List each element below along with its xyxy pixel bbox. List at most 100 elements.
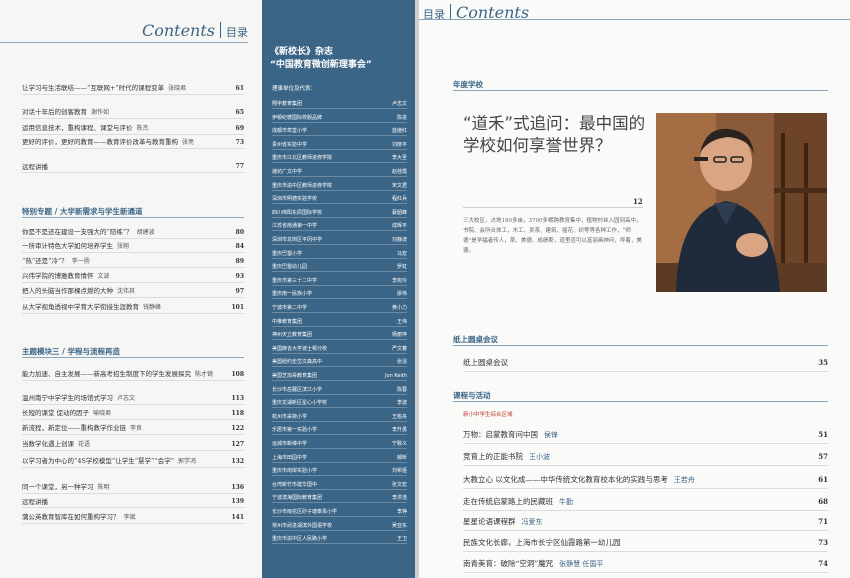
member-rule [272,502,407,504]
council-member-row: 美国纽约史岱文森高中 张浴 [272,357,407,368]
toc-entry-title: 大教立心 以文化成——中华传统文化教育校本化的实践与思考 [463,475,668,484]
council-member-row: 常州市武进湖滨外国语学校 吴亚东 [272,521,407,531]
toc-entry[interactable]: 更好的评价，更好的教育——教育评价改革与教育重构 张亮 73 [22,138,244,149]
toc-entry-title: 远程讲播 [22,163,48,171]
member-rule [272,434,407,436]
toc-entry-page: 89 [235,258,244,265]
toc-entry[interactable]: 让学习与生活联结——“互联网+”时代的课程变革 张晓君 61 [22,84,244,95]
member-rule [272,189,407,191]
entry-rule [463,371,828,372]
toc-entry-title: 你是不是还在建设一支强大的“陪练”？ 胡建波 [22,228,155,236]
toc-entry[interactable]: 一所审计特色大学如何培养学生 张翔 84 [22,242,244,253]
toc-entry-page: 77 [235,163,244,170]
toc-entry-page: 65 [235,109,244,116]
entry-rule [463,488,828,489]
section-heading: 特别专题 / 大学新需求与学生新通道 [22,207,143,216]
toc-entry-title: 南青美育：破除“空洞”魔咒 [463,559,554,568]
council-member-row: 中推教育集团 王伟 [272,317,407,327]
entry-rule [22,380,244,381]
toc-entry-author: 侯锋 [544,431,558,439]
toc-entry-page: 68 [818,497,828,506]
toc-entry[interactable]: 从大学视角透视中学育大学衔接生涯教育 钱静峰 101 [22,303,244,314]
council-member-row: 贵州省实验中学 刘晓平 [272,140,407,150]
subsection-label: 新小中学生综合区域 [463,412,513,418]
toc-entry[interactable]: 兴伟学院的博雅教育情怀 文波 93 [22,272,244,283]
member-rule [272,543,407,545]
toc-entry[interactable]: 你是不是还在建设一支强大的“陪练”？ 胡建波 80 [22,228,244,239]
council-member-row: 重庆市渝中区教师进修学院 宋文君 [272,181,407,191]
toc-entry-page: 97 [235,288,244,295]
council-members-panel: 《新校长》杂志 “中国教育微创新理事会” 理事单位及代表： 翔宇教育集团 卢志文伊… [262,0,415,578]
entry-rule [463,551,828,552]
toc-entry[interactable]: 同一个课堂，另一种学习 陈明 136 [22,483,244,494]
toc-entry-page: 35 [818,358,828,367]
toc-entry-page: 127 [231,441,244,448]
toc-entry-title: 星星论语课程群 [463,517,516,526]
toc-entry-title: 把人的头脑当作那棵点燃的大种 沈伟其 [22,287,136,295]
member-rule [272,461,407,463]
member-rule [272,298,407,300]
toc-entry[interactable]: 走在传统启蒙路上的民藏班 牛勤 68 [463,497,828,511]
toc-entry[interactable]: 远程讲播 139 [22,498,244,508]
toc-entry[interactable]: 民族文化长廊，上海市长宁区仙霞路第一幼儿园 73 [463,538,828,552]
toc-entry[interactable]: 大教立心 以文化成——中华传统文化教育校本化的实践与思考 王若舟 61 [463,475,828,489]
toc-entry[interactable]: 温州南宁中学学生的场馆式学习 卢志文 113 [22,394,244,405]
toc-entry-title: 远程讲播 [22,498,48,506]
toc-entry-page: 136 [231,484,244,491]
toc-entry[interactable]: 星星论语课程群 冯爱东 71 [463,517,828,531]
council-member-row: 深圳市明德实验学校 程红兵 [272,194,407,205]
toc-entry-author: 李一扬 [71,258,90,265]
toc-entry-author: 喻晓君 [93,410,112,417]
council-member-row: 重庆市南岸实验小学 刘希娅 [272,466,407,477]
toc-entry[interactable]: 把人的头脑当作那棵点燃的大种 沈伟其 97 [22,287,244,298]
toc-entry[interactable]: 新流程，新定位——重构教学作业链 李良 122 [22,424,244,435]
toc-entry-author: 李良 [130,425,143,432]
toc-entry[interactable]: 长短的课堂 促动的因子 喻晓君 118 [22,409,244,420]
member-rule [272,529,407,531]
member-rule [272,352,407,354]
toc-entry[interactable]: 万物：启蒙教育问中国 侯锋 51 [463,430,828,444]
toc-entry[interactable]: 以学习者为中心的“4S学校模型”让学生“慧学”“会学” 郭学鸿 132 [22,457,244,468]
toc-entry-author: 张晓君 [168,85,187,92]
toc-entry[interactable]: 远程讲播 77 [22,163,244,173]
toc-entry[interactable]: 竞育上的正能书院 王小波 57 [463,452,828,466]
council-member-row: 重庆市江北区教师进修学院 李大圣 [272,153,407,164]
section-heading: 主题模块三 / 学程与流程再造 [22,347,120,356]
entry-rule [463,465,828,466]
toc-entry[interactable]: 蒲公英教育智库在如何重构学习？ 李斌 141 [22,513,244,524]
members-subtitle: 理事单位及代表： [272,86,317,92]
toc-entry[interactable]: “热”还是“冷”？ 李一扬 89 [22,257,244,268]
toc-entry-page: 122 [231,425,244,432]
entry-rule [22,267,244,268]
council-member-row: 成都市草堂小学 蓝继红 [272,126,407,137]
toc-entry[interactable]: 能力加速、自主发展——新高考招生制度下的学生发展探究 陈才锜 108 [22,370,244,381]
member-rule [272,284,407,286]
council-member-row: 重庆市第三十二中学 李宪玲 [272,276,407,286]
toc-entry[interactable]: 南青美育：破除“空洞”魔咒 张静慧 任国平 74 [463,559,828,573]
toc-entry[interactable]: 运用信息技术，重构课程、课堂与评价 陈杰 69 [22,124,244,135]
left-contents-page: Contents 目录 特别专题 / 大学新需求与学生新通道 主题模块三 / 学… [0,0,262,578]
entry-rule [463,443,828,444]
member-rule [272,312,407,313]
council-member-row: 美国芝加哥教育集团 Jon Keith [272,371,407,381]
toc-entry-author: 陈杰 [136,125,149,132]
toc-entry-title: 从大学视角透视中学育大学衔接生涯教育 钱静峰 [22,303,162,311]
toc-entry-page: 141 [231,514,244,521]
toc-entry[interactable]: 当数学化遇上创课 花语 127 [22,440,244,451]
toc-entry[interactable]: 纸上圆桌会议 35 [463,358,828,372]
section-rule [453,90,828,91]
council-member-row: 江苏省南通第一中学 成晖平 [272,221,407,232]
toc-entry-page: 139 [231,498,244,505]
toc-entry[interactable]: 对话十年后的创客教育 谢作如 65 [22,108,244,119]
toc-entry-page: 73 [818,538,828,547]
feature-summary: 三大校区，占地180多亩，3700多横跨教育集中，植物村丝入园到高中，书院、会所… [463,218,642,254]
council-member-row: 深圳市龙岗区平冈中学 刘静波 [272,235,407,245]
council-member-row: 伊顿纪德国际校服品牌 陈进 [272,113,407,123]
section-heading: 纸上圆桌会议 [453,335,498,344]
toc-entry-author: 王小波 [529,453,550,461]
toc-entry-title: 同一个课堂，另一种学习 陈明 [22,483,110,491]
entry-rule [463,572,828,573]
toc-entry-title: 对话十年后的创客教育 谢作如 [22,108,110,116]
member-rule [272,203,407,205]
section-rule [453,345,828,346]
